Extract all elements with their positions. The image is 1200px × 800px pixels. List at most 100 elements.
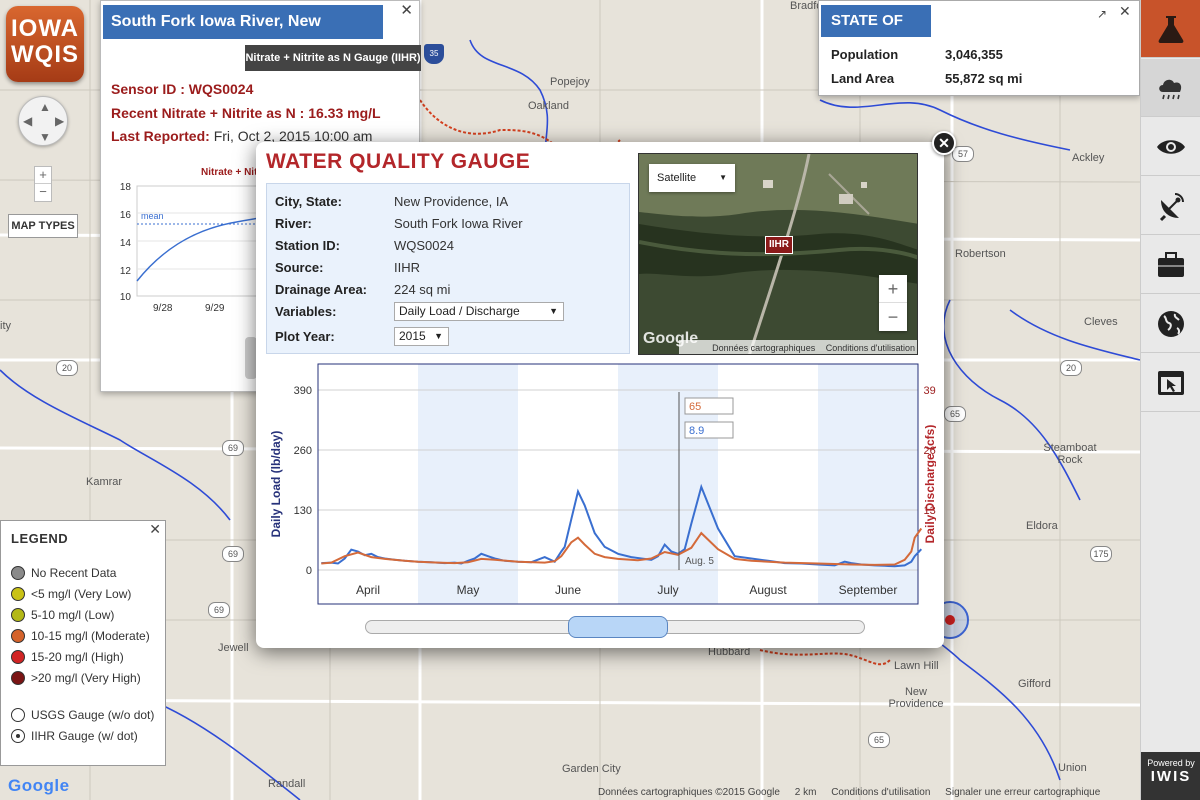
highway-shield: 69 bbox=[208, 602, 230, 618]
expand-icon[interactable]: ↗ bbox=[1097, 7, 1107, 21]
population-label: Population bbox=[831, 47, 899, 62]
google-logo-text: Google bbox=[8, 776, 70, 795]
source-label: Source: bbox=[275, 260, 324, 275]
pan-right-icon[interactable]: ▶ bbox=[55, 114, 64, 128]
legend-item-label: 10-15 mg/l (Moderate) bbox=[31, 629, 150, 643]
iihr-station-marker[interactable]: IIHR bbox=[765, 236, 793, 254]
variables-select[interactable]: Daily Load / Discharge ▼ bbox=[394, 302, 564, 321]
mini-mean-label: mean bbox=[141, 211, 164, 221]
legend-close-icon[interactable]: ✕ bbox=[149, 521, 161, 538]
interstate-shield: 35 bbox=[424, 44, 444, 64]
y-axis-label: Daily Load (lb/day) bbox=[269, 431, 283, 538]
map-pan-control[interactable]: ▲ ▼ ◀ ▶ bbox=[18, 96, 68, 146]
eye-icon bbox=[1157, 140, 1185, 154]
state-info-panel: STATE OF IOWA ↗ ✕ Population 3,046,355 L… bbox=[818, 0, 1140, 96]
y-tick-label: 260 bbox=[294, 445, 312, 457]
mini-y-tick: 14 bbox=[120, 238, 132, 249]
highway-shield: 65 bbox=[944, 406, 966, 422]
station-id-label: Station ID: bbox=[275, 238, 340, 253]
pan-down-icon[interactable]: ▼ bbox=[39, 130, 51, 144]
town-label: Steamboat Rock bbox=[1043, 442, 1097, 466]
x-tick-label: May bbox=[457, 583, 480, 597]
toolbar-window-button[interactable] bbox=[1141, 354, 1200, 412]
town-label: Garden City bbox=[562, 763, 621, 775]
sensor-recent-value: Recent Nitrate + Nitrite as N : 16.33 mg… bbox=[111, 105, 381, 121]
sensor-panel-close-icon[interactable]: ✕ bbox=[400, 1, 413, 19]
map-types-button[interactable]: MAP TYPES bbox=[8, 214, 78, 238]
chart-range-handle[interactable] bbox=[568, 616, 668, 638]
mini-x-tick: 9/29 bbox=[205, 303, 225, 314]
modal-title: WATER QUALITY GAUGE bbox=[266, 150, 531, 173]
iihr-gauge-icon bbox=[11, 729, 25, 743]
highway-shield: 69 bbox=[222, 546, 244, 562]
map-zoom-control: + − bbox=[34, 166, 52, 202]
satellite-zoom-out-button[interactable]: − bbox=[879, 303, 907, 331]
town-label: Eldora bbox=[1026, 520, 1058, 532]
map-scale-label: 2 km bbox=[794, 787, 817, 798]
mini-y-tick: 10 bbox=[120, 292, 132, 303]
pan-left-icon[interactable]: ◀ bbox=[23, 114, 32, 128]
modal-close-icon[interactable]: ✕ bbox=[932, 131, 956, 155]
load-discharge-chart[interactable]: 0130260390 0130026003900 AprilMayJuneJul… bbox=[264, 360, 936, 608]
toolbar-view-button[interactable] bbox=[1141, 118, 1200, 176]
terms-link[interactable]: Conditions d'utilisation bbox=[831, 787, 930, 798]
powered-by-label: Powered by bbox=[1147, 758, 1195, 768]
last-reported-label: Last Reported: bbox=[111, 128, 210, 144]
briefcase-icon bbox=[1158, 252, 1184, 277]
tooltip-value-label: 8.9 bbox=[689, 425, 704, 437]
town-label: Ackley bbox=[1072, 152, 1105, 164]
map-footer: Données cartographiques ©2015 Google 2 k… bbox=[598, 787, 1112, 798]
legend-color-dot bbox=[11, 608, 25, 622]
map-zoom-out-button[interactable]: − bbox=[35, 184, 51, 201]
pan-up-icon[interactable]: ▲ bbox=[39, 100, 51, 114]
y-tick-label: 130 bbox=[294, 505, 312, 517]
month-bands bbox=[418, 364, 918, 604]
station-id-value: WQS0024 bbox=[394, 238, 454, 253]
highway-shield: 175 bbox=[1090, 546, 1112, 562]
tooltip-value-label: 65 bbox=[689, 401, 701, 413]
sensor-panel-title: South Fork Iowa River, New Providence, I… bbox=[103, 5, 383, 64]
rain-cloud-icon bbox=[1159, 79, 1182, 100]
drainage-area-label: Drainage Area: bbox=[275, 282, 367, 297]
highway-shield: 20 bbox=[56, 360, 78, 376]
town-label: Robertson bbox=[955, 248, 1006, 260]
plot-year-select[interactable]: 2015 ▼ bbox=[394, 327, 449, 346]
highway-shield: 69 bbox=[222, 440, 244, 456]
map-type-selected: Satellite bbox=[657, 172, 697, 184]
legend-color-dot bbox=[11, 650, 25, 664]
satellite-map-type-select[interactable]: Satellite ▼ bbox=[649, 164, 735, 192]
x-tick-label: August bbox=[749, 583, 787, 597]
town-label: New Providence bbox=[888, 686, 944, 710]
google-logo[interactable]: Google bbox=[8, 776, 70, 796]
town-label: Cleves bbox=[1084, 316, 1118, 328]
legend-title: LEGEND bbox=[11, 531, 69, 546]
legend-item: 15-20 mg/l (High) bbox=[11, 650, 124, 664]
legend-item: No Recent Data bbox=[11, 566, 116, 580]
satellite-map-data-link[interactable]: Données cartographiques bbox=[712, 343, 815, 353]
legend-color-dot bbox=[11, 587, 25, 601]
satellite-zoom-in-button[interactable]: + bbox=[879, 275, 907, 303]
satellite-terms-link[interactable]: Conditions d'utilisation bbox=[826, 343, 915, 353]
town-label: Lawn Hill bbox=[894, 660, 939, 672]
highway-shield: 65 bbox=[868, 732, 890, 748]
map-zoom-in-button[interactable]: + bbox=[35, 167, 51, 184]
state-panel-close-icon[interactable]: ✕ bbox=[1119, 3, 1131, 20]
chart-range-slider[interactable] bbox=[365, 616, 865, 638]
mini-y-tick: 18 bbox=[120, 182, 132, 193]
app-logo[interactable]: IOWA WQIS bbox=[6, 6, 84, 82]
toolbar-tools-button[interactable] bbox=[1141, 236, 1200, 294]
satellite-map[interactable]: Satellite ▼ IIHR + − Google Données carto… bbox=[638, 153, 918, 355]
toolbar-water-quality-button[interactable] bbox=[1141, 0, 1200, 58]
y2-tick-label: 3900 bbox=[924, 385, 936, 397]
toolbar-globe-button[interactable] bbox=[1141, 295, 1200, 353]
land-area-value: 55,872 sq mi bbox=[945, 71, 1023, 86]
map-data-attribution: Données cartographiques ©2015 Google bbox=[598, 787, 780, 798]
legend-item-label: 15-20 mg/l (High) bbox=[31, 650, 124, 664]
toolbar-weather-button[interactable] bbox=[1141, 59, 1200, 117]
mini-chart-title: Nitrate + Nit bbox=[201, 167, 258, 178]
legend-item: 5-10 mg/l (Low) bbox=[11, 608, 114, 622]
legend-item: USGS Gauge (w/o dot) bbox=[11, 708, 154, 722]
report-error-link[interactable]: Signaler une erreur cartographique bbox=[945, 787, 1100, 798]
toolbar-sensors-button[interactable] bbox=[1141, 177, 1200, 235]
globe-icon bbox=[1158, 311, 1184, 337]
